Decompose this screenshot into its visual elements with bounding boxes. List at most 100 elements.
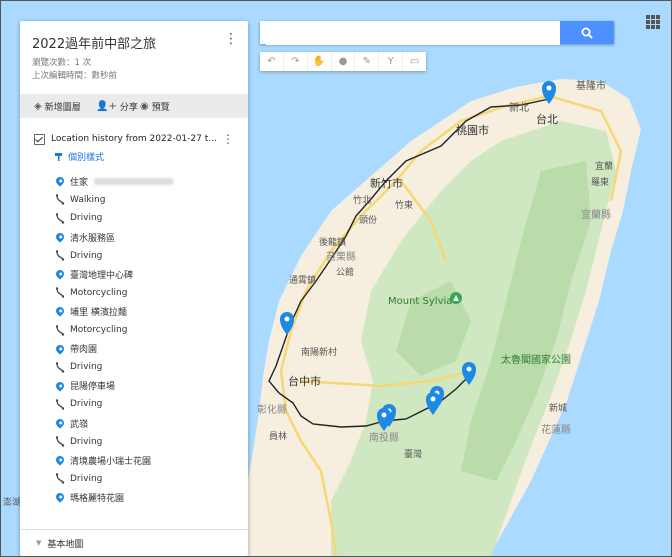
item-label: 瑪格麗特花園 <box>70 493 125 504</box>
label-miaoli: 苗栗縣 <box>326 251 356 263</box>
label-penghu: 澎湖 <box>3 496 21 508</box>
base-map-row[interactable]: ▼ 基本地圖 <box>20 529 248 556</box>
map-legend-panel: 2022過年前中部之旅 ⋮ 瀏覽次數：1 次 上次編輯時間：數秒前 ◈ 新增圖層… <box>20 21 248 556</box>
label-changhua: 彰化縣 <box>257 403 287 416</box>
redacted-address <box>94 177 175 185</box>
route-icon <box>54 194 66 206</box>
route-icon <box>54 436 66 447</box>
style-link[interactable]: 個別樣式 <box>54 150 104 163</box>
paint-roller-icon <box>55 152 62 161</box>
place-item[interactable]: 住家 <box>54 172 175 191</box>
item-label: Walking <box>70 194 106 205</box>
route-icon[interactable]: Y <box>379 52 404 71</box>
item-label: Driving <box>70 213 103 224</box>
apps-grid-icon[interactable] <box>646 15 660 29</box>
share-button[interactable]: 👤+ 分享 <box>96 100 138 113</box>
label-nantou: 南投縣 <box>369 431 399 444</box>
item-label: 帶肉園 <box>70 345 98 356</box>
base-map-label: 基本地圖 <box>47 539 84 550</box>
place-item[interactable]: 臺灣地理中心碑 <box>54 265 174 284</box>
label-taiwan: 臺灣 <box>404 448 422 460</box>
route-item[interactable]: Driving <box>54 358 174 377</box>
add-layer-label: 新增圖層 <box>44 103 81 113</box>
label-luodong: 羅東 <box>591 176 609 188</box>
label-taipei: 台北 <box>536 112 558 126</box>
label-hsinchu: 新竹市 <box>370 176 403 190</box>
route-item[interactable]: Driving <box>54 432 174 451</box>
place-item[interactable]: 清境農場小瑞士花園 <box>54 451 174 470</box>
route-item[interactable]: Motorcycling <box>54 284 174 303</box>
route-item[interactable]: Driving <box>54 246 174 265</box>
item-label: 清境農場小瑞士花園 <box>70 456 152 467</box>
layer-title[interactable]: Location history from 2022-01-27 t... <box>51 134 217 144</box>
pin-icon <box>54 342 66 355</box>
route-icon <box>54 399 66 410</box>
place-item[interactable]: 武嶺 <box>54 414 174 433</box>
add-layer-button[interactable]: ◈ 新增圖層 <box>34 100 81 113</box>
panel-actions: ◈ 新增圖層 👤+ 分享 ◉ 預覽 <box>20 94 248 118</box>
route-item[interactable]: Driving <box>54 395 174 414</box>
item-label: 清水服務區 <box>70 233 116 244</box>
item-label: Motorcycling <box>70 325 128 336</box>
route-icon <box>54 362 66 373</box>
layer-options-icon[interactable]: ⋮ <box>222 132 234 146</box>
map-window: 基隆市 新北 台北 桃園市 新竹市 竹北 竹東 宜蘭 羅東 宜蘭縣 頭份 後龍鎮… <box>0 0 672 557</box>
route-icon <box>54 473 66 484</box>
place-item[interactable]: 瑪格麗特花園 <box>54 488 174 507</box>
more-options-icon[interactable]: ⋮ <box>224 31 238 47</box>
label-taichung: 台中市 <box>288 374 321 388</box>
place-item[interactable]: 埔里 横濱拉麵 <box>54 302 174 321</box>
search-button[interactable] <box>560 21 614 44</box>
search-input[interactable] <box>266 22 560 45</box>
pin-icon <box>54 380 66 392</box>
last-edited: 上次編輯時間：數秒前 <box>32 71 118 81</box>
redo-icon[interactable]: ↷ <box>284 52 308 71</box>
eye-icon: ◉ <box>140 101 149 112</box>
label-keelung: 基隆市 <box>576 79 606 92</box>
label-toufen: 頭份 <box>359 214 377 226</box>
pin-icon <box>54 454 66 466</box>
hand-icon[interactable]: ✋ <box>308 52 332 71</box>
label-hualien: 花蓮縣 <box>541 423 571 436</box>
map-title[interactable]: 2022過年前中部之旅 <box>32 33 156 52</box>
label-nanyang: 南陽新村 <box>301 346 337 358</box>
route-icon <box>54 213 66 224</box>
draw-line-icon[interactable]: ✎ <box>355 52 380 71</box>
place-item[interactable]: 昆陽停車場 <box>54 377 174 396</box>
layer-items: 住家 Walking Driving 清水服務區 Driving 臺灣地理中心碑 Motor… <box>54 172 175 507</box>
search-icon <box>581 27 593 39</box>
undo-icon[interactable]: ↶ <box>260 52 284 71</box>
preview-label: 預覽 <box>151 103 170 113</box>
label-gongguan: 公館 <box>336 266 354 278</box>
item-label: Driving <box>70 436 103 447</box>
item-label: Driving <box>70 399 103 410</box>
map-toolbar: ↶ ↷ ✋ ● ✎ Y ▭ <box>260 52 426 71</box>
item-label: Driving <box>70 362 103 373</box>
item-label: Driving <box>70 250 103 261</box>
place-item[interactable]: 清水服務區 <box>54 228 174 247</box>
view-count: 瀏覽次數：1 次 <box>32 58 92 68</box>
place-item[interactable]: 帶肉園 <box>54 339 174 358</box>
preview-button[interactable]: ◉ 預覽 <box>140 100 170 113</box>
label-mount-sylvia: Mount Sylvia <box>388 296 452 307</box>
route-item[interactable]: Motorcycling <box>54 321 174 340</box>
route-icon <box>54 324 66 336</box>
ruler-icon[interactable]: ▭ <box>403 52 426 71</box>
route-item[interactable]: Walking <box>54 191 174 210</box>
label-zhudong: 竹東 <box>395 199 413 211</box>
label-yuanlin: 員林 <box>269 430 287 442</box>
marker-icon[interactable]: ● <box>332 52 356 71</box>
collapse-icon: ▼ <box>36 539 42 547</box>
pin-icon <box>54 491 66 504</box>
label-houlong: 後龍鎮 <box>319 236 346 248</box>
layer-checkbox[interactable] <box>34 133 45 145</box>
label-taoyuan: 桃園市 <box>456 123 489 137</box>
search-box <box>260 21 614 45</box>
label-zhubei: 竹北 <box>353 194 371 206</box>
route-icon <box>54 250 66 261</box>
item-label: 昆陽停車場 <box>70 382 116 393</box>
route-item[interactable]: Driving <box>54 209 174 228</box>
pin-icon <box>54 175 66 187</box>
route-item[interactable]: Driving <box>54 470 174 489</box>
pin-icon <box>54 231 66 243</box>
